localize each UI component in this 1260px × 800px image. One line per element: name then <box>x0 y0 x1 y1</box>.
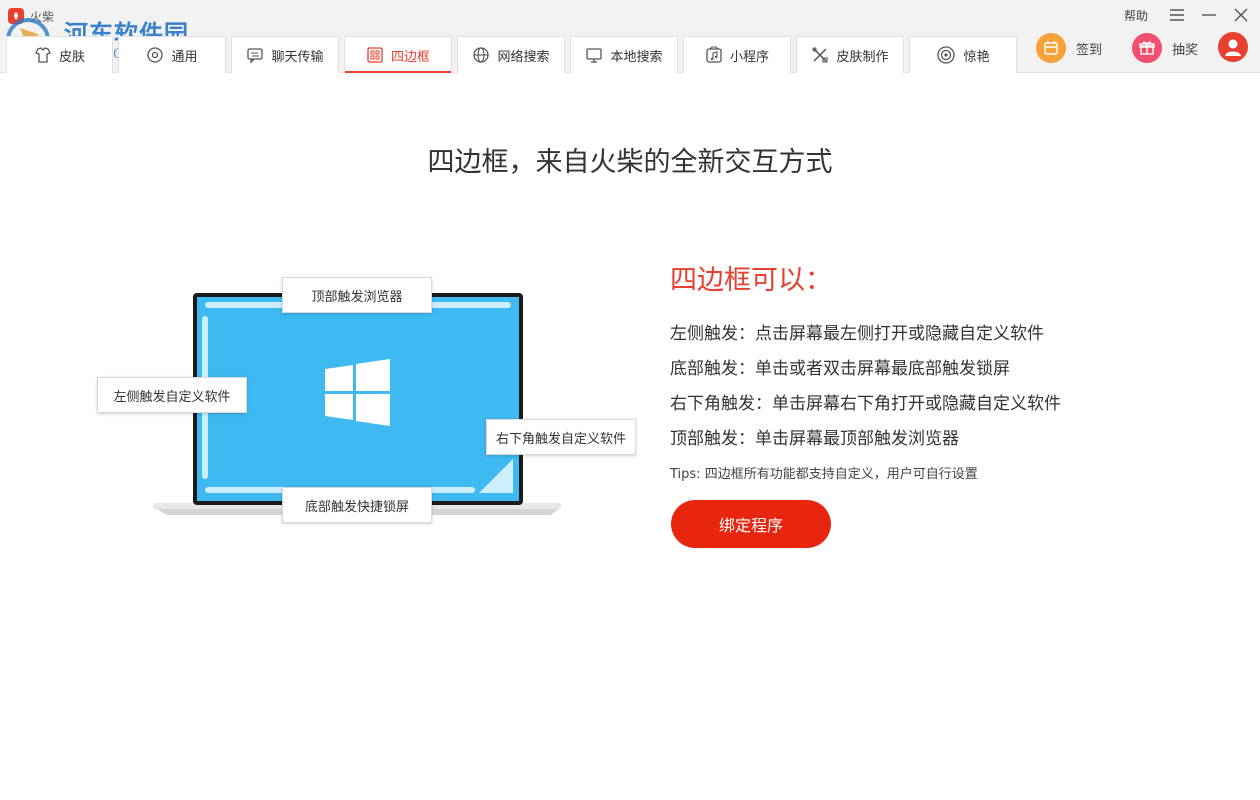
laptop-illustration: 顶部触发浏览器 左侧触发自定义软件 右下角触发自定义软件 底部触发快捷锁屏 <box>95 275 640 525</box>
bind-program-button[interactable]: 绑定程序 <box>671 500 831 548</box>
feature-left: 左侧触发：点击屏幕最左侧打开或隐藏自定义软件 <box>670 324 1044 344</box>
callout-bottom-right: 右下角触发自定义软件 <box>486 419 636 455</box>
title-bar: 火柴 河东软件园 www.pc0359.cn 帮助 皮肤 通用 <box>0 0 1260 73</box>
close-icon[interactable] <box>1232 6 1250 24</box>
gift-icon <box>1132 33 1163 63</box>
window-controls: 帮助 <box>1124 4 1250 26</box>
settings-icon <box>147 47 164 63</box>
callout-bottom: 底部触发快捷锁屏 <box>282 487 432 523</box>
tab-web-search[interactable]: 网络搜索 <box>457 36 565 73</box>
globe-icon <box>473 47 490 63</box>
app-logo-icon <box>8 8 24 24</box>
chat-icon <box>247 48 264 64</box>
feature-bottom: 底部触发：单击或者双击屏幕最底部触发锁屏 <box>670 359 1010 379</box>
tab-mini-program[interactable]: 小程序 <box>683 36 791 73</box>
music-box-icon <box>706 46 722 63</box>
tab-bar: 皮肤 通用 聊天传输 四边框 网络搜索 本地搜索 小程序 皮肤制作 惊艳 <box>6 36 1017 73</box>
tab-chat-transfer[interactable]: 聊天传输 <box>231 36 339 73</box>
signin-button[interactable]: 签到 <box>1036 33 1102 63</box>
tab-skin-making[interactable]: 皮肤制作 <box>796 36 904 73</box>
right-tools: 签到 抽奖 <box>1036 32 1228 64</box>
frame-icon <box>367 47 383 63</box>
hamburger-icon[interactable] <box>1168 6 1186 24</box>
tab-skin[interactable]: 皮肤 <box>6 36 113 73</box>
tips-text: Tips: 四边框所有功能都支持自定义，用户可自行设置 <box>670 467 978 482</box>
monitor-icon <box>586 48 603 63</box>
lottery-button[interactable]: 抽奖 <box>1132 33 1198 63</box>
callout-left: 左侧触发自定义软件 <box>97 377 247 413</box>
minimize-icon[interactable] <box>1200 6 1218 24</box>
target-icon <box>937 46 956 64</box>
app-title: 火柴 <box>30 10 55 24</box>
tools-icon <box>812 47 829 63</box>
user-avatar[interactable] <box>1218 32 1248 62</box>
tab-four-border[interactable]: 四边框 <box>344 36 452 73</box>
feature-bottom-right: 右下角触发：单击屏幕右下角打开或隐藏自定义软件 <box>670 394 1061 414</box>
skin-icon <box>35 47 51 63</box>
features-title: 四边框可以： <box>670 265 832 296</box>
tab-general[interactable]: 通用 <box>118 36 226 73</box>
calendar-icon <box>1036 33 1066 63</box>
callout-top: 顶部触发浏览器 <box>282 277 432 313</box>
tab-amazing[interactable]: 惊艳 <box>909 36 1017 73</box>
page-headline: 四边框，来自火柴的全新交互方式 <box>427 147 833 178</box>
help-link[interactable]: 帮助 <box>1124 7 1148 24</box>
features-panel: 四边框可以： 左侧触发：点击屏幕最左侧打开或隐藏自定义软件 底部触发：单击或者双… <box>670 258 1230 482</box>
feature-top: 顶部触发：单击屏幕最顶部触发浏览器 <box>670 429 959 449</box>
tab-local-search[interactable]: 本地搜索 <box>570 36 678 73</box>
user-icon <box>1225 39 1241 56</box>
